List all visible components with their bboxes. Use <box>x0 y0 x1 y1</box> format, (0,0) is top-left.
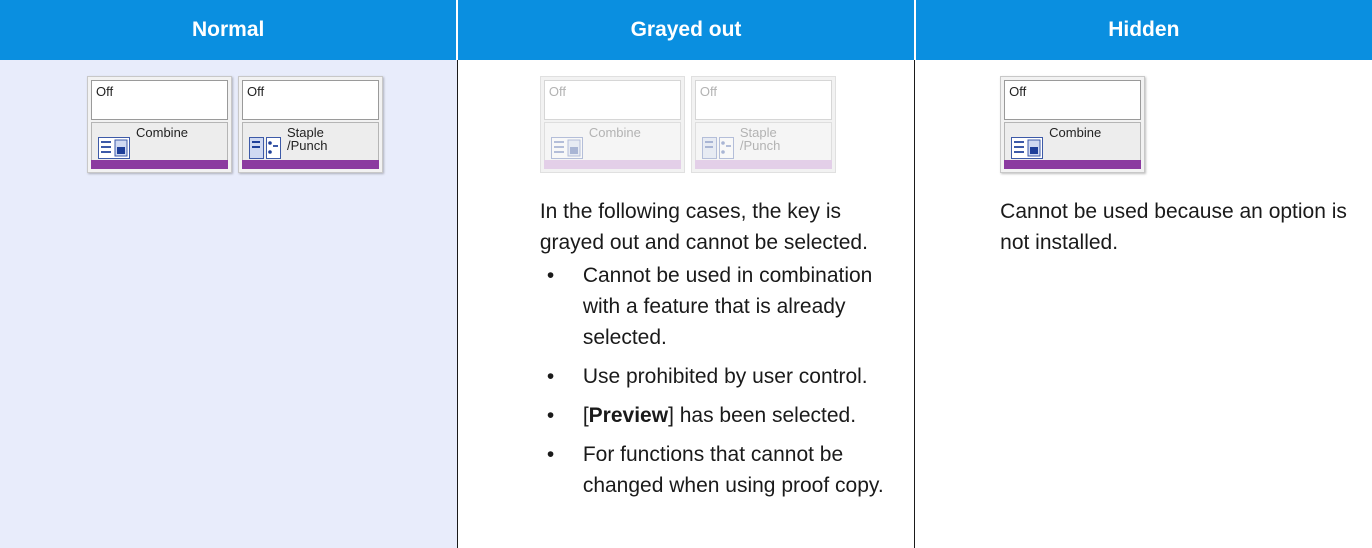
key-status-area: Off <box>1004 80 1142 120</box>
combine-key[interactable]: Off Combine <box>1000 76 1146 173</box>
combine-icon <box>98 137 130 159</box>
normal-keys: Off Combine Off Staple /Punch <box>87 76 457 173</box>
header-normal: Normal <box>0 0 458 60</box>
key-status-area: Off <box>91 80 228 120</box>
key-display-table-page: Normal Grayed out Hidden Off Combine Off… <box>0 0 1372 548</box>
bullet-item: Cannot be used in combination with a fea… <box>540 260 910 353</box>
staple-punch-label: Staple /Punch <box>739 125 781 153</box>
combine-icon <box>550 137 583 159</box>
staple-punch-icon <box>249 137 281 159</box>
combine-label: Combine <box>588 125 641 140</box>
key-label-area: Combine <box>1004 122 1142 162</box>
bullet-item: For functions that cannot be changed whe… <box>540 439 910 501</box>
preview-key-name: Preview <box>588 404 669 427</box>
hidden-keys: Off Combine <box>1000 76 1372 173</box>
header-row: Normal Grayed out Hidden <box>0 0 1372 60</box>
grayed-keys: Off Combine Off Staple /Punch <box>539 76 914 173</box>
key-status-area: Off <box>543 80 681 120</box>
hidden-cell: Off Combine Cannot be used because an op… <box>914 60 1372 548</box>
key-display-table: Normal Grayed out Hidden Off Combine Off… <box>0 0 1372 548</box>
grayed-out-cell: Off Combine Off Staple /Punch In the fol… <box>456 60 915 548</box>
header-grayed-out: Grayed out <box>456 0 915 60</box>
grayed-out-bullets: Cannot be used in combination with a fea… <box>540 260 910 501</box>
key-accent-bar <box>1004 160 1142 169</box>
hidden-description: Cannot be used because an option is not … <box>1000 200 1347 254</box>
key-label-area: Combine <box>543 122 681 162</box>
key-accent-bar <box>91 160 228 169</box>
combine-label: Combine <box>1049 125 1102 140</box>
key-accent-bar <box>543 160 681 169</box>
preview-rest: ] has been selected. <box>668 404 857 427</box>
bullet-item-preview: [Preview] has been selected. <box>540 400 910 431</box>
combine-key-grayed: Off Combine <box>539 76 685 173</box>
key-accent-bar <box>694 160 832 169</box>
staple-punch-key-grayed: Off Staple /Punch <box>690 76 836 173</box>
key-status-off: Off <box>1009 84 1027 99</box>
key-label-area: Combine <box>91 122 228 162</box>
header-hidden: Hidden <box>913 0 1372 60</box>
key-label-area: Staple /Punch <box>242 122 379 162</box>
bullet-item: Use prohibited by user control. <box>540 361 910 392</box>
combine-label: Combine <box>136 125 189 140</box>
key-accent-bar <box>242 160 379 169</box>
staple-punch-icon <box>701 137 734 159</box>
key-status-off: Off <box>247 84 265 99</box>
staple-punch-key[interactable]: Off Staple /Punch <box>238 76 383 173</box>
body-row: Off Combine Off Staple /Punch Off Combin… <box>0 60 1372 548</box>
combine-key[interactable]: Off Combine <box>87 76 232 173</box>
key-label-area: Staple /Punch <box>694 122 832 162</box>
combine-icon <box>1011 137 1044 159</box>
key-status-off: Off <box>548 84 566 99</box>
grayed-out-intro: In the following cases, the key is graye… <box>539 200 868 254</box>
staple-punch-label: Staple /Punch <box>287 125 328 153</box>
key-status-area: Off <box>694 80 832 120</box>
normal-cell: Off Combine Off Staple /Punch <box>0 60 458 548</box>
key-status-area: Off <box>242 80 379 120</box>
key-status-off: Off <box>96 84 114 99</box>
key-status-off: Off <box>699 84 717 99</box>
